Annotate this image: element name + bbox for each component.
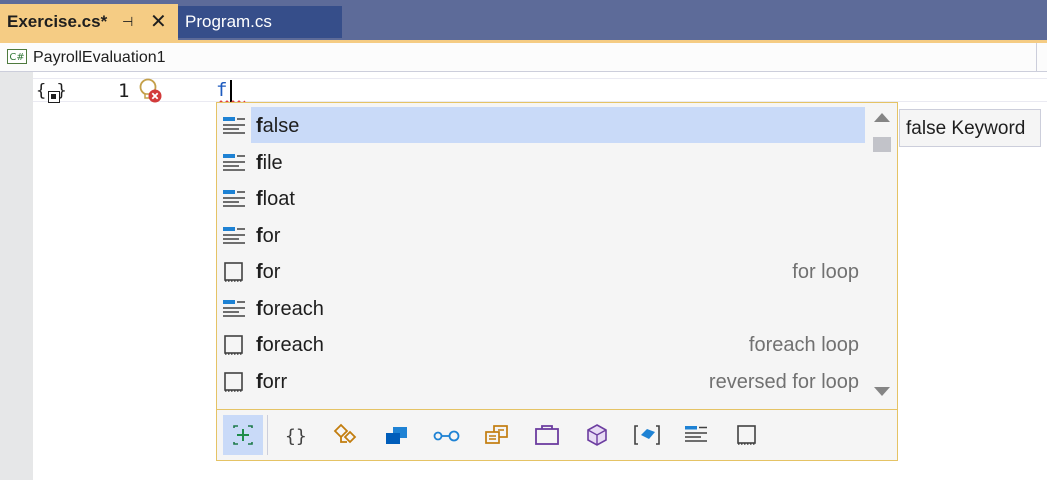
tab-program-cs[interactable]: Program.cs: [178, 6, 342, 38]
match-prefix: f: [256, 261, 263, 283]
editor-gutter: [0, 72, 33, 480]
tab-exercise-cs[interactable]: Exercise.cs* ⊣ ✕: [0, 4, 178, 40]
match-prefix: f: [256, 298, 263, 320]
interface-icon: [433, 430, 460, 442]
completion-item[interactable]: forr reversed for loop: [217, 363, 867, 399]
class-filter-button[interactable]: [327, 415, 367, 455]
current-line-highlight: [33, 78, 1047, 102]
method-filter-button[interactable]: [577, 415, 617, 455]
completion-scrollbar[interactable]: [867, 103, 897, 409]
text-caret: [230, 80, 232, 102]
local-filter-button[interactable]: [627, 415, 667, 455]
completion-filter-bar: {}: [217, 409, 897, 460]
class-icon: [333, 423, 357, 444]
delegate-icon: [535, 425, 559, 445]
project-name: PayrollEvaluation1: [33, 49, 166, 66]
struct-filter-button[interactable]: [377, 415, 417, 455]
project-dropdown[interactable]: C# PayrollEvaluation1: [0, 43, 1047, 72]
item-description: foreach loop: [748, 334, 859, 356]
keyword-filter-button[interactable]: [677, 415, 717, 455]
match-prefix: f: [256, 334, 263, 356]
lightbulb-error-icon[interactable]: [138, 77, 164, 105]
tab-label: Exercise.cs*: [7, 12, 108, 31]
item-label: oreach: [262, 334, 324, 356]
match-prefix: f: [256, 115, 263, 137]
completion-item[interactable]: for for loop: [217, 253, 867, 289]
tab-label: Program.cs: [185, 12, 272, 31]
scroll-up-arrow-icon[interactable]: [874, 113, 890, 122]
expander-icon: [233, 425, 253, 445]
pin-icon[interactable]: ⊣: [122, 14, 133, 30]
keyword-filter-icon: [685, 426, 707, 442]
expander-filter-button[interactable]: [223, 415, 263, 455]
scroll-down-arrow-icon[interactable]: [874, 387, 890, 396]
completion-item[interactable]: file: [217, 144, 867, 180]
keyword-icon: [223, 117, 245, 134]
enum-filter-button[interactable]: [477, 415, 517, 455]
match-prefix: f: [256, 371, 263, 393]
namespace-filter-button[interactable]: {}: [277, 415, 317, 455]
expand-icon[interactable]: [48, 91, 60, 103]
match-prefix: f: [256, 152, 263, 174]
completion-item[interactable]: foreach foreach loop: [217, 326, 867, 362]
local-icon: [634, 425, 660, 445]
completion-item[interactable]: false: [217, 107, 867, 143]
code-text[interactable]: f: [216, 79, 227, 101]
navbar-divider: [1036, 43, 1037, 72]
item-label: orr: [262, 371, 288, 393]
line-number: 1: [118, 80, 130, 102]
snippet-icon: [224, 335, 243, 355]
interface-filter-button[interactable]: [427, 415, 467, 455]
method-icon: [587, 424, 607, 446]
document-tab-bar: Exercise.cs* ⊣ ✕ Program.cs: [0, 0, 1047, 40]
item-description: for loop: [792, 261, 859, 283]
intellisense-popup: false file float for for for loop foreac…: [216, 102, 898, 461]
snippet-filter-icon: [737, 425, 756, 445]
item-label: or: [262, 261, 281, 283]
close-icon[interactable]: ✕: [150, 9, 167, 34]
item-label: or: [262, 225, 281, 247]
snippet-icon: [224, 262, 243, 282]
completion-item[interactable]: for: [217, 217, 867, 253]
csharp-project-icon: C#: [7, 49, 27, 64]
match-prefix: f: [256, 188, 263, 210]
item-label: loat: [262, 188, 295, 210]
keyword-icon: [223, 227, 245, 244]
tooltip-text: false Keyword: [906, 118, 1026, 139]
item-description: reversed for loop: [708, 371, 859, 393]
completion-item[interactable]: foreach: [217, 290, 867, 326]
item-label: alse: [262, 115, 300, 137]
struct-icon: [386, 427, 407, 444]
completion-list: false file float for for for loop foreac…: [217, 103, 867, 409]
scroll-thumb[interactable]: [873, 137, 891, 152]
quick-info-tooltip: false Keyword: [899, 109, 1041, 147]
delegate-filter-button[interactable]: [527, 415, 567, 455]
keyword-icon: [223, 190, 245, 207]
item-label: ile: [262, 152, 283, 174]
svg-text:{}: {}: [285, 426, 307, 447]
snippet-icon: [224, 372, 243, 392]
enum-icon: [485, 425, 508, 444]
completion-item[interactable]: float: [217, 180, 867, 216]
namespace-icon: {}: [285, 426, 307, 447]
keyword-icon: [223, 154, 245, 171]
match-prefix: f: [256, 225, 263, 247]
keyword-icon: [223, 300, 245, 317]
item-label: oreach: [262, 298, 324, 320]
snippet-filter-button[interactable]: [727, 415, 767, 455]
filter-divider: [267, 415, 268, 455]
